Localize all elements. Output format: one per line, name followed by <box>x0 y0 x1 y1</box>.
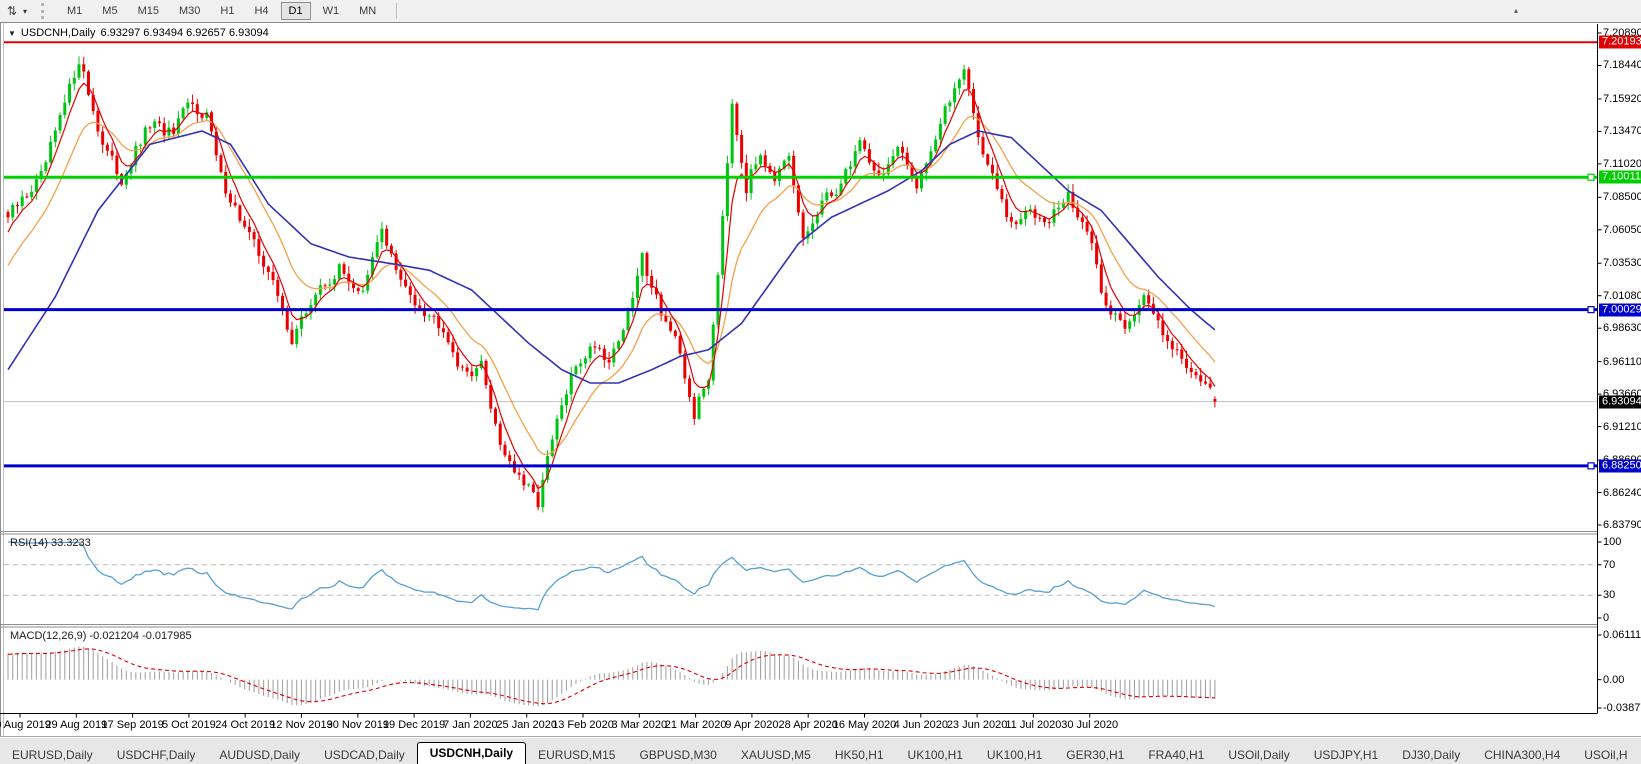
rsi-indicator-label: RSI(14) 33.3233 <box>10 537 91 549</box>
pivot-high-badge: 7.10011 <box>1599 171 1641 184</box>
macd-values: -0.021204 -0.017985 <box>89 630 191 642</box>
rsi-value: 33.3233 <box>51 537 91 549</box>
resistance-badge: 7.20193 <box>1599 36 1641 49</box>
quote-ohlc-values: 6.93297 6.93494 6.92657 6.93094 <box>100 27 268 39</box>
support-badge: 6.88250 <box>1599 459 1641 472</box>
price-chart-canvas[interactable] <box>0 0 1641 764</box>
chart-tab-usdcnh-daily[interactable]: USDCNH,Daily <box>417 742 526 764</box>
collapse-quote-icon[interactable]: ▼ <box>8 29 16 38</box>
current-price-badge: 6.93094 <box>1599 395 1641 408</box>
trading-terminal: ⇅ ▾ M1M5M15M30H1H4D1W1MN ▴ ▼ USDCNH,Dail… <box>0 0 1641 764</box>
macd-indicator-label: MACD(12,26,9) -0.021204 -0.017985 <box>10 630 192 642</box>
symbol-period-label: USDCNH,Daily <box>21 27 96 39</box>
chart-title: ▼ USDCNH,Daily 6.93297 6.93494 6.92657 6… <box>8 26 269 40</box>
psych-level-badge: 7.00029 <box>1599 303 1641 316</box>
